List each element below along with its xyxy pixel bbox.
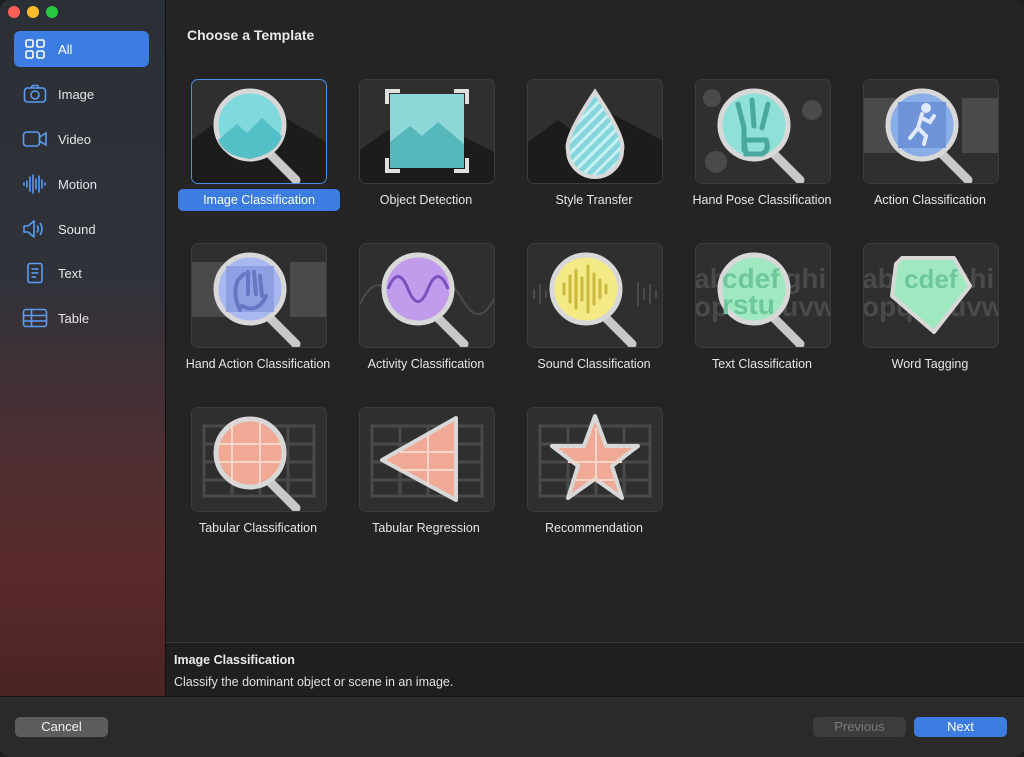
zoom-window-button[interactable] — [46, 6, 58, 18]
grid-icon — [22, 38, 48, 60]
sidebar-item-table[interactable]: Table — [14, 300, 149, 336]
magnifier-audio-wave-icon — [533, 252, 657, 347]
template-chooser-window: All Image Video Motion Sound Text Table … — [0, 0, 1024, 757]
sidebar-item-label: Sound — [58, 221, 96, 237]
sidebar-item-label: Text — [58, 265, 82, 281]
svg-text:rstu: rstu — [722, 289, 775, 320]
framed-landscape-icon — [360, 89, 494, 183]
template-label[interactable]: Object Detection — [359, 189, 493, 211]
sidebar: All Image Video Motion Sound Text Table — [0, 0, 166, 696]
document-icon — [22, 262, 48, 284]
minimize-window-button[interactable] — [27, 6, 39, 18]
triangle-table-icon — [370, 416, 484, 502]
template-tile-activity-classification[interactable] — [359, 243, 495, 348]
table-icon — [22, 307, 48, 329]
footer-bar: Cancel Previous Next — [0, 696, 1024, 757]
description-text: Classify the dominant object or scene in… — [174, 675, 454, 689]
template-grid-panel: Choose a Template Image Classification O… — [166, 0, 1024, 642]
magnifier-landscape-icon — [192, 88, 326, 183]
template-label[interactable]: Activity Classification — [359, 353, 493, 375]
sidebar-item-motion[interactable]: Motion — [14, 166, 149, 202]
video-camera-icon — [22, 128, 48, 150]
svg-text:cdef: cdef — [904, 264, 958, 294]
template-label[interactable]: Action Classification — [846, 189, 1014, 211]
page-title: Choose a Template — [187, 27, 315, 43]
waveform-icon — [22, 173, 48, 195]
sidebar-item-label: Image — [58, 86, 95, 102]
template-description: Image Classification Classify the domina… — [166, 642, 1024, 697]
next-button[interactable]: Next — [914, 717, 1007, 737]
speaker-icon — [22, 218, 48, 240]
template-tile-object-detection[interactable] — [359, 79, 495, 184]
template-label[interactable]: Style Transfer — [527, 189, 661, 211]
sidebar-item-label: All — [58, 41, 73, 57]
template-label[interactable]: Tabular Classification — [191, 517, 325, 539]
template-tile-recommendation[interactable] — [527, 407, 663, 512]
previous-button[interactable]: Previous — [813, 717, 906, 737]
template-tile-tabular-regression[interactable] — [359, 407, 495, 512]
sidebar-item-all[interactable]: All — [14, 31, 149, 67]
template-tile-text-classification[interactable]: abcdefghi opqrstuvw cdef rstu — [695, 243, 831, 348]
template-label[interactable]: Text Classification — [695, 353, 829, 375]
template-tile-action-classification[interactable] — [863, 79, 999, 184]
template-label[interactable]: Word Tagging — [863, 353, 997, 375]
template-tile-image-classification[interactable] — [191, 79, 327, 184]
template-tile-tabular-classification[interactable] — [191, 407, 327, 512]
template-label[interactable]: Sound Classification — [527, 353, 661, 375]
template-label[interactable]: Tabular Regression — [359, 517, 493, 539]
sidebar-item-video[interactable]: Video — [14, 121, 149, 157]
sidebar-item-text[interactable]: Text — [14, 255, 149, 291]
striped-droplet-icon — [528, 88, 662, 183]
magnifier-peace-hand-icon — [703, 88, 822, 183]
sidebar-item-sound[interactable]: Sound — [14, 211, 149, 247]
tag-letters-icon: abcdefghi opqrstuvw cdef — [864, 256, 998, 334]
magnifier-runner-icon — [864, 88, 998, 183]
sidebar-item-label: Motion — [58, 176, 98, 192]
template-tile-hand-action-classification[interactable] — [191, 243, 327, 348]
template-label[interactable]: Hand Pose Classification — [676, 189, 848, 211]
magnifier-table-icon — [202, 416, 316, 511]
close-window-button[interactable] — [8, 6, 20, 18]
template-tile-style-transfer[interactable] — [527, 79, 663, 184]
template-tile-hand-pose-classification[interactable] — [695, 79, 831, 184]
template-label[interactable]: Hand Action Classification — [176, 353, 340, 375]
template-label[interactable]: Image Classification — [178, 189, 340, 211]
cancel-button[interactable]: Cancel — [15, 717, 108, 737]
sidebar-item-label: Video — [58, 131, 92, 147]
sidebar-item-image[interactable]: Image — [14, 76, 149, 112]
magnifier-letters-icon: abcdefghi opqrstuvw cdef rstu — [696, 252, 830, 347]
star-table-icon — [538, 414, 652, 500]
description-title: Image Classification — [174, 653, 295, 667]
template-tile-word-tagging[interactable]: abcdefghi opqrstuvw cdef — [863, 243, 999, 348]
camera-icon — [22, 83, 48, 105]
magnifier-waving-hand-icon — [192, 252, 326, 347]
template-tile-sound-classification[interactable] — [527, 243, 663, 348]
magnifier-sine-wave-icon — [360, 252, 494, 347]
sidebar-item-label: Table — [58, 310, 90, 326]
template-label[interactable]: Recommendation — [527, 517, 661, 539]
